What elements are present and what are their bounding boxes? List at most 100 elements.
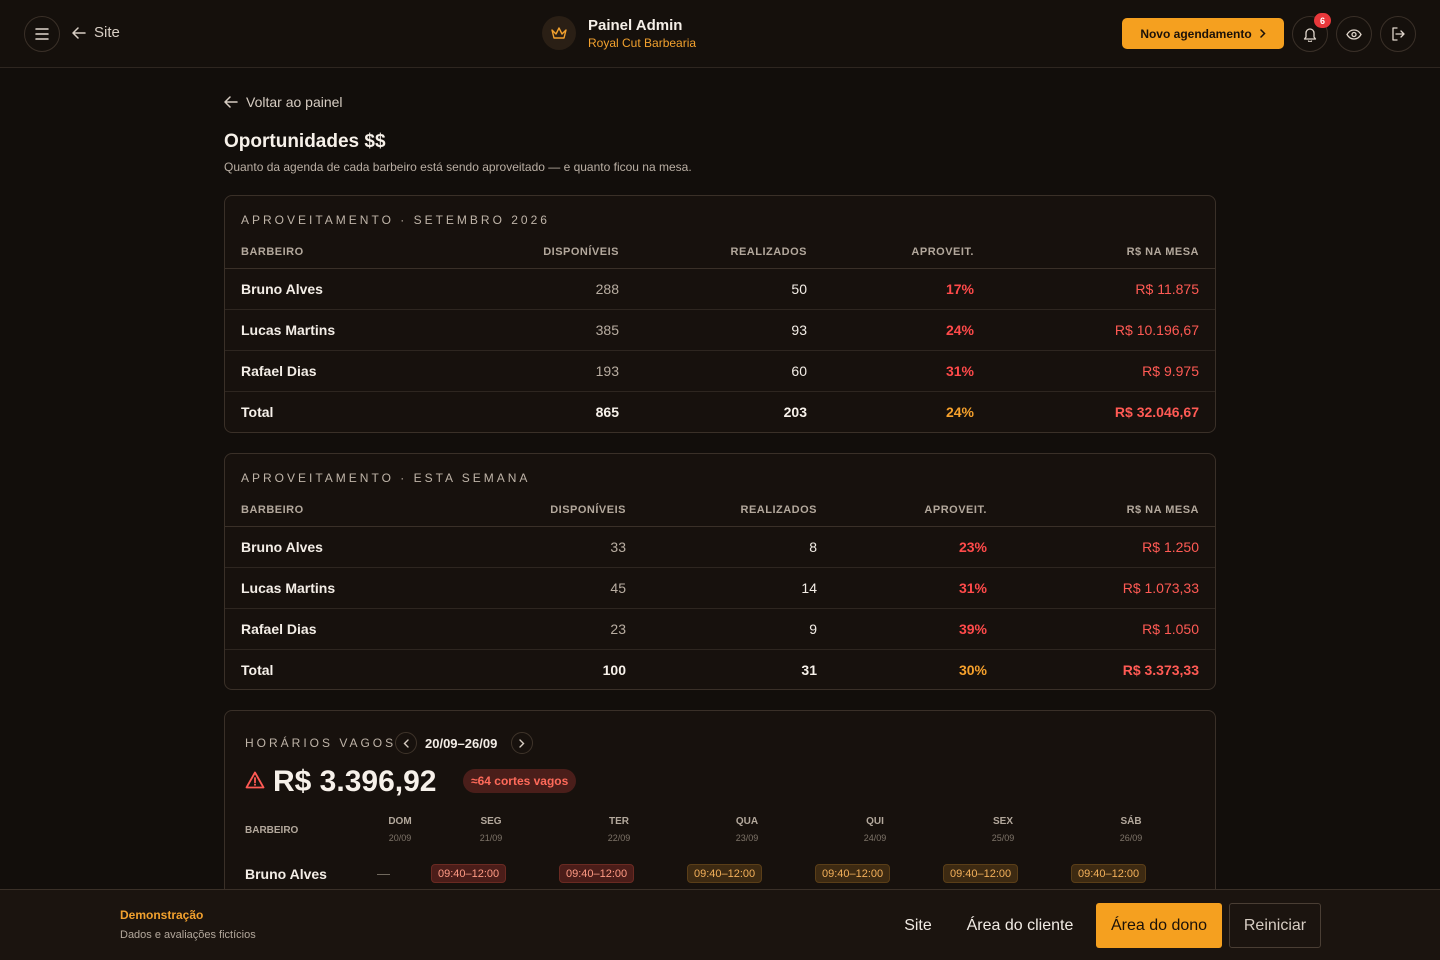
column-header: BARBEIRO <box>225 494 525 527</box>
day-date: 21/09 <box>479 833 503 843</box>
chevron-right-icon <box>1259 29 1266 38</box>
next-week-button[interactable] <box>511 732 533 754</box>
page-title: Oportunidades $$ <box>224 131 386 152</box>
column-header: BARBEIRO <box>225 236 525 269</box>
barber-column-header: BARBEIRO <box>245 825 299 836</box>
total-done: 31 <box>801 661 817 678</box>
column-header: APROVEIT. <box>823 236 990 269</box>
week-range: 20/09–26/09 <box>425 736 498 751</box>
monthly-utilization-card: APROVEITAMENTO · SETEMBRO 2026 BARBEIRO … <box>224 195 1216 433</box>
day-header: QUA 23/09 <box>717 816 777 843</box>
client-area-button[interactable]: Área do cliente <box>956 903 1084 948</box>
available-value: 193 <box>525 350 635 392</box>
rate-value: 24% <box>823 309 990 351</box>
preview-button[interactable] <box>1336 16 1372 52</box>
rate-value: 31% <box>823 350 990 392</box>
brand: Painel Admin Royal Cut Barbearia <box>542 16 696 50</box>
column-header: R$ NA MESA <box>1003 494 1215 527</box>
column-header: REALIZADOS <box>635 236 823 269</box>
chevron-right-icon <box>519 738 525 748</box>
day-date: 26/09 <box>1119 833 1143 843</box>
day-name: SEX <box>992 816 1013 827</box>
day-header: SÁB 26/09 <box>1101 816 1161 843</box>
table-total-row: Total 865 203 24% R$ 32.046,67 <box>225 391 1215 432</box>
site-link-label: Site <box>94 24 120 41</box>
day-date: 23/09 <box>735 833 759 843</box>
table-header-row: BARBEIRO DISPONÍVEIS REALIZADOS APROVEIT… <box>225 494 1215 527</box>
brand-subtitle: Royal Cut Barbearia <box>588 35 697 50</box>
bell-icon <box>1303 27 1317 42</box>
done-value: 50 <box>635 268 823 310</box>
back-to-dashboard-link[interactable]: Voltar ao painel <box>224 94 343 110</box>
rate-value: 31% <box>833 567 1003 609</box>
site-button[interactable]: Site <box>890 903 946 948</box>
available-value: 33 <box>525 526 642 568</box>
eye-icon <box>1346 28 1362 40</box>
column-header: REALIZADOS <box>642 494 833 527</box>
vacant-amount: R$ 3.396,92 <box>273 765 437 798</box>
day-name: DOM <box>388 816 412 827</box>
column-header: APROVEIT. <box>833 494 1003 527</box>
total-available: 100 <box>602 661 626 678</box>
demo-title: Demonstração <box>120 908 204 922</box>
day-name: SÁB <box>1120 816 1142 827</box>
card-title: APROVEITAMENTO · SETEMBRO 2026 <box>241 213 550 227</box>
arrow-left-icon <box>224 96 238 108</box>
available-value: 45 <box>525 567 642 609</box>
previous-week-button[interactable] <box>395 732 417 754</box>
reset-button[interactable]: Reiniciar <box>1229 903 1321 948</box>
table-row: Bruno Alves 33 8 23% R$ 1.250 <box>225 526 1215 568</box>
vacant-slot[interactable]: 09:40–12:00 <box>815 864 891 883</box>
demo-bar: Demonstração Dados e avaliações fictício… <box>0 889 1440 960</box>
total-on-table: R$ 32.046,67 <box>1114 403 1199 420</box>
vacant-slot[interactable]: 09:40–12:00 <box>687 864 763 883</box>
menu-button[interactable] <box>24 16 60 52</box>
available-value: 288 <box>525 268 635 310</box>
available-value: 385 <box>525 309 635 351</box>
total-rate: 30% <box>958 661 987 678</box>
total-available: 865 <box>595 403 619 420</box>
logout-button[interactable] <box>1380 16 1416 52</box>
weekly-utilization-table: BARBEIRO DISPONÍVEIS REALIZADOS APROVEIT… <box>225 494 1215 689</box>
day-header: SEX 25/09 <box>973 816 1033 843</box>
day-header: SEG 21/09 <box>461 816 521 843</box>
vacant-slot[interactable]: 09:40–12:00 <box>559 864 635 883</box>
vacant-slot[interactable]: 09:40–12:00 <box>431 864 507 883</box>
day-date: 24/09 <box>863 833 887 843</box>
vacant-slot[interactable]: 09:40–12:00 <box>943 864 1019 883</box>
rate-value: 23% <box>833 526 1003 568</box>
demo-subtitle: Dados e avaliações fictícios <box>120 929 256 941</box>
day-date: 22/09 <box>607 833 631 843</box>
barber-name: Bruno Alves <box>225 526 525 568</box>
new-appointment-button[interactable]: Novo agendamento <box>1122 18 1284 49</box>
total-label: Total <box>241 661 274 678</box>
available-value: 23 <box>525 608 642 650</box>
brand-logo <box>542 16 576 50</box>
owner-area-button[interactable]: Área do dono <box>1096 903 1222 948</box>
card-title: HORÁRIOS VAGOS <box>245 736 397 750</box>
menu-icon <box>35 28 49 40</box>
day-name: SEG <box>480 816 502 827</box>
on-table-value: R$ 1.050 <box>1003 608 1215 650</box>
new-appointment-label: Novo agendamento <box>1140 26 1252 41</box>
day-header: DOM 20/09 <box>370 816 430 843</box>
on-table-value: R$ 1.250 <box>1003 526 1215 568</box>
on-table-value: R$ 10.196,67 <box>990 309 1215 351</box>
logout-icon <box>1391 27 1405 41</box>
table-header-row: BARBEIRO DISPONÍVEIS REALIZADOS APROVEIT… <box>225 236 1215 269</box>
day-name: TER <box>609 816 629 827</box>
total-on-table: R$ 3.373,33 <box>1122 661 1199 678</box>
notifications-badge: 6 <box>1314 13 1331 28</box>
done-value: 14 <box>642 567 833 609</box>
brand-title: Painel Admin <box>588 16 683 34</box>
vacant-slots-card: HORÁRIOS VAGOS 20/09–26/09 R$ 3.396,92 ≈… <box>224 710 1216 910</box>
column-header: R$ NA MESA <box>990 236 1215 269</box>
chevron-left-icon <box>403 738 409 748</box>
day-date: 25/09 <box>991 833 1015 843</box>
total-label: Total <box>241 403 274 420</box>
vacant-slot[interactable]: 09:40–12:00 <box>1071 864 1147 883</box>
page-subtitle: Quanto da agenda de cada barbeiro está s… <box>224 160 692 174</box>
site-link[interactable]: Site <box>72 24 120 41</box>
table-row: Lucas Martins 385 93 24% R$ 10.196,67 <box>225 309 1215 351</box>
weekly-utilization-card: APROVEITAMENTO · ESTA SEMANA BARBEIRO DI… <box>224 453 1216 690</box>
